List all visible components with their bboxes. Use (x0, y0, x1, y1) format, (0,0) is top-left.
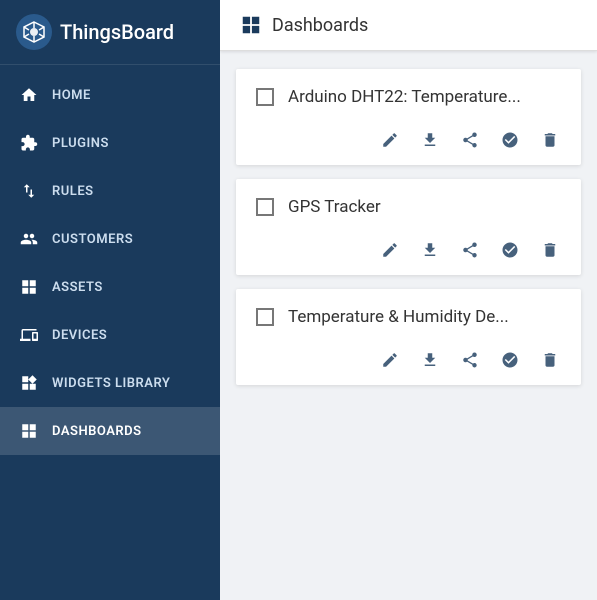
sidebar-label-dashboards: DASHBOARDS (52, 424, 142, 439)
sidebar-item-assets[interactable]: ASSETS (0, 263, 220, 311)
card-checkbox-gps[interactable] (256, 198, 274, 216)
card-title-arduino: Arduino DHT22: Temperature... (288, 87, 521, 107)
widgets-icon (18, 372, 40, 394)
header-dashboards-icon (240, 14, 262, 36)
card-actions-gps (256, 239, 561, 261)
sidebar-item-customers[interactable]: CUSTOMERS (0, 215, 220, 263)
edit-button-arduino[interactable] (379, 129, 401, 151)
assets-icon (18, 276, 40, 298)
rules-icon (18, 180, 40, 202)
share-button-arduino[interactable] (459, 129, 481, 151)
card-header-temp-humidity: Temperature & Humidity De... (256, 307, 561, 327)
sidebar-item-widgets-library[interactable]: WIDGETS LIBRARY (0, 359, 220, 407)
main-header: Dashboards (220, 0, 597, 51)
delete-button-temp-humidity[interactable] (539, 349, 561, 371)
sidebar-item-rules[interactable]: RULES (0, 167, 220, 215)
assign-button-arduino[interactable] (499, 129, 521, 151)
card-actions-temp-humidity (256, 349, 561, 371)
assign-button-temp-humidity[interactable] (499, 349, 521, 371)
sidebar-item-dashboards[interactable]: DASHBOARDS (0, 407, 220, 455)
sidebar-label-plugins: PLUGINS (52, 136, 109, 151)
sidebar-item-plugins[interactable]: PLUGINS (0, 119, 220, 167)
card-checkbox-temp-humidity[interactable] (256, 308, 274, 326)
customers-icon (18, 228, 40, 250)
delete-button-arduino[interactable] (539, 129, 561, 151)
dashboard-card-temp-humidity: Temperature & Humidity De... (236, 289, 581, 385)
dashboard-card-gps: GPS Tracker (236, 179, 581, 275)
header-title: Dashboards (272, 15, 368, 36)
sidebar-label-devices: DEVICES (52, 328, 107, 343)
app-logo: ThingsBoard (0, 0, 220, 65)
sidebar-item-devices[interactable]: DEVICES (0, 311, 220, 359)
devices-icon (18, 324, 40, 346)
edit-button-gps[interactable] (379, 239, 401, 261)
share-button-temp-humidity[interactable] (459, 349, 481, 371)
sidebar-label-assets: ASSETS (52, 280, 103, 295)
dashboards-icon (18, 420, 40, 442)
home-icon (18, 84, 40, 106)
download-button-gps[interactable] (419, 239, 441, 261)
card-title-temp-humidity: Temperature & Humidity De... (288, 307, 509, 327)
dashboard-list: Arduino DHT22: Temperature... (220, 51, 597, 600)
plugins-icon (18, 132, 40, 154)
app-title: ThingsBoard (60, 20, 174, 44)
delete-button-gps[interactable] (539, 239, 561, 261)
sidebar-nav: HOME PLUGINS RULES (0, 65, 220, 600)
sidebar-item-home[interactable]: HOME (0, 71, 220, 119)
edit-button-temp-humidity[interactable] (379, 349, 401, 371)
card-checkbox-arduino[interactable] (256, 88, 274, 106)
download-button-temp-humidity[interactable] (419, 349, 441, 371)
assign-button-gps[interactable] (499, 239, 521, 261)
download-button-arduino[interactable] (419, 129, 441, 151)
share-button-gps[interactable] (459, 239, 481, 261)
sidebar-label-widgets: WIDGETS LIBRARY (52, 376, 170, 391)
sidebar-label-rules: RULES (52, 184, 94, 199)
sidebar-label-home: HOME (52, 88, 91, 103)
card-header-gps: GPS Tracker (256, 197, 561, 217)
card-header-arduino: Arduino DHT22: Temperature... (256, 87, 561, 107)
card-actions-arduino (256, 129, 561, 151)
logo-icon (16, 14, 52, 50)
dashboard-card-arduino: Arduino DHT22: Temperature... (236, 69, 581, 165)
sidebar: ThingsBoard HOME PLUGINS (0, 0, 220, 600)
main-panel: Dashboards Arduino DHT22: Temperature... (220, 0, 597, 600)
card-title-gps: GPS Tracker (288, 197, 381, 217)
sidebar-label-customers: CUSTOMERS (52, 232, 133, 247)
